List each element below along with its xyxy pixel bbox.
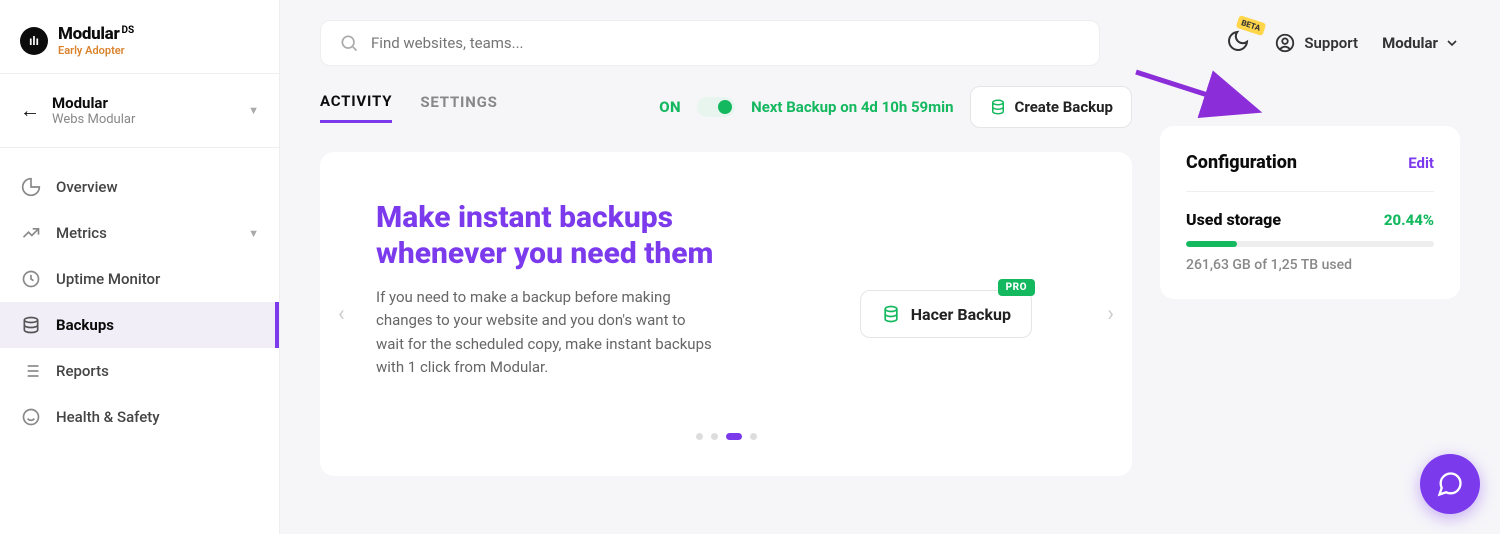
carousel-dot[interactable] bbox=[750, 433, 757, 440]
nav-metrics[interactable]: Metrics ▼ bbox=[0, 210, 279, 256]
site-selector[interactable]: ← Modular Webs Modular ▼ bbox=[0, 74, 279, 148]
database-icon bbox=[989, 98, 1007, 116]
nav-label: Health & Safety bbox=[56, 408, 160, 426]
nav-label: Backups bbox=[56, 316, 114, 334]
back-arrow-icon[interactable]: ← bbox=[20, 98, 40, 123]
nav-health[interactable]: Health & Safety bbox=[0, 394, 279, 440]
moon-icon bbox=[1226, 29, 1250, 53]
storage-percent: 20.44% bbox=[1384, 211, 1434, 229]
user-menu[interactable]: Modular bbox=[1382, 34, 1460, 52]
tab-settings[interactable]: SETTINGS bbox=[420, 93, 497, 121]
logo-tagline: Early Adopter bbox=[58, 44, 134, 57]
config-title: Configuration bbox=[1186, 152, 1297, 173]
config-edit-link[interactable]: Edit bbox=[1408, 154, 1434, 172]
hero-title: Make instant backups whenever you need t… bbox=[376, 200, 736, 272]
storage-label: Used storage bbox=[1186, 210, 1281, 229]
chevron-down-icon bbox=[1444, 35, 1460, 51]
support-link[interactable]: Support bbox=[1274, 32, 1358, 54]
nav-overview[interactable]: Overview bbox=[0, 164, 279, 210]
status-on: ON bbox=[659, 98, 681, 116]
support-label: Support bbox=[1304, 34, 1358, 52]
nav-label: Overview bbox=[56, 178, 118, 196]
site-name: Modular bbox=[52, 94, 236, 112]
carousel-next[interactable]: › bbox=[1107, 302, 1114, 327]
carousel-dot-active[interactable] bbox=[726, 433, 742, 440]
metrics-icon bbox=[20, 222, 42, 244]
nav-reports[interactable]: Reports bbox=[0, 348, 279, 394]
chevron-down-icon: ▼ bbox=[248, 104, 259, 117]
user-name: Modular bbox=[1382, 34, 1438, 52]
logo-ds: DS bbox=[121, 25, 134, 36]
config-card: Configuration Edit Used storage 20.44% 2… bbox=[1160, 126, 1460, 299]
chevron-down-icon: ▼ bbox=[248, 227, 259, 240]
search-icon bbox=[339, 33, 359, 53]
list-icon bbox=[20, 360, 42, 382]
user-circle-icon bbox=[1274, 32, 1296, 54]
logo-area: ılı ModularDS Early Adopter bbox=[0, 0, 279, 74]
hacer-backup-button[interactable]: PRO Hacer Backup bbox=[860, 290, 1032, 338]
create-backup-label: Create Backup bbox=[1015, 98, 1113, 116]
create-backup-button[interactable]: Create Backup bbox=[970, 86, 1132, 128]
hero-description: If you need to make a backup before maki… bbox=[376, 286, 716, 379]
hacer-backup-label: Hacer Backup bbox=[911, 305, 1011, 324]
hero-card: ‹ › Make instant backups whenever you ne… bbox=[320, 152, 1132, 476]
pie-icon bbox=[20, 176, 42, 198]
chat-icon bbox=[1436, 470, 1464, 498]
nav-label: Uptime Monitor bbox=[56, 270, 160, 288]
carousel-dots bbox=[376, 433, 1076, 440]
monitor-icon bbox=[20, 268, 42, 290]
tab-activity[interactable]: ACTIVITY bbox=[320, 92, 392, 123]
pro-badge: PRO bbox=[998, 279, 1035, 296]
storage-fill bbox=[1186, 241, 1237, 247]
next-backup-text: Next Backup on 4d 10h 59min bbox=[751, 98, 953, 116]
database-icon bbox=[20, 314, 42, 336]
search-box[interactable] bbox=[320, 20, 1100, 66]
storage-used-text: 261,63 GB of 1,25 TB used bbox=[1186, 257, 1434, 273]
nav-backups[interactable]: Backups bbox=[0, 302, 279, 348]
storage-bar bbox=[1186, 241, 1434, 247]
search-input[interactable] bbox=[371, 34, 1081, 52]
nav-label: Metrics bbox=[56, 224, 107, 242]
site-sub: Webs Modular bbox=[52, 112, 236, 127]
chat-bubble-button[interactable] bbox=[1420, 454, 1480, 514]
nav-uptime[interactable]: Uptime Monitor bbox=[0, 256, 279, 302]
backup-toggle[interactable] bbox=[697, 97, 735, 117]
smile-icon bbox=[20, 406, 42, 428]
carousel-prev[interactable]: ‹ bbox=[338, 302, 345, 327]
nav-label: Reports bbox=[56, 362, 109, 380]
theme-toggle[interactable]: BETA bbox=[1226, 29, 1250, 57]
logo-icon: ılı bbox=[20, 27, 48, 55]
database-icon bbox=[881, 304, 901, 324]
carousel-dot[interactable] bbox=[696, 433, 703, 440]
carousel-dot[interactable] bbox=[711, 433, 718, 440]
logo-name: Modular bbox=[58, 24, 119, 44]
